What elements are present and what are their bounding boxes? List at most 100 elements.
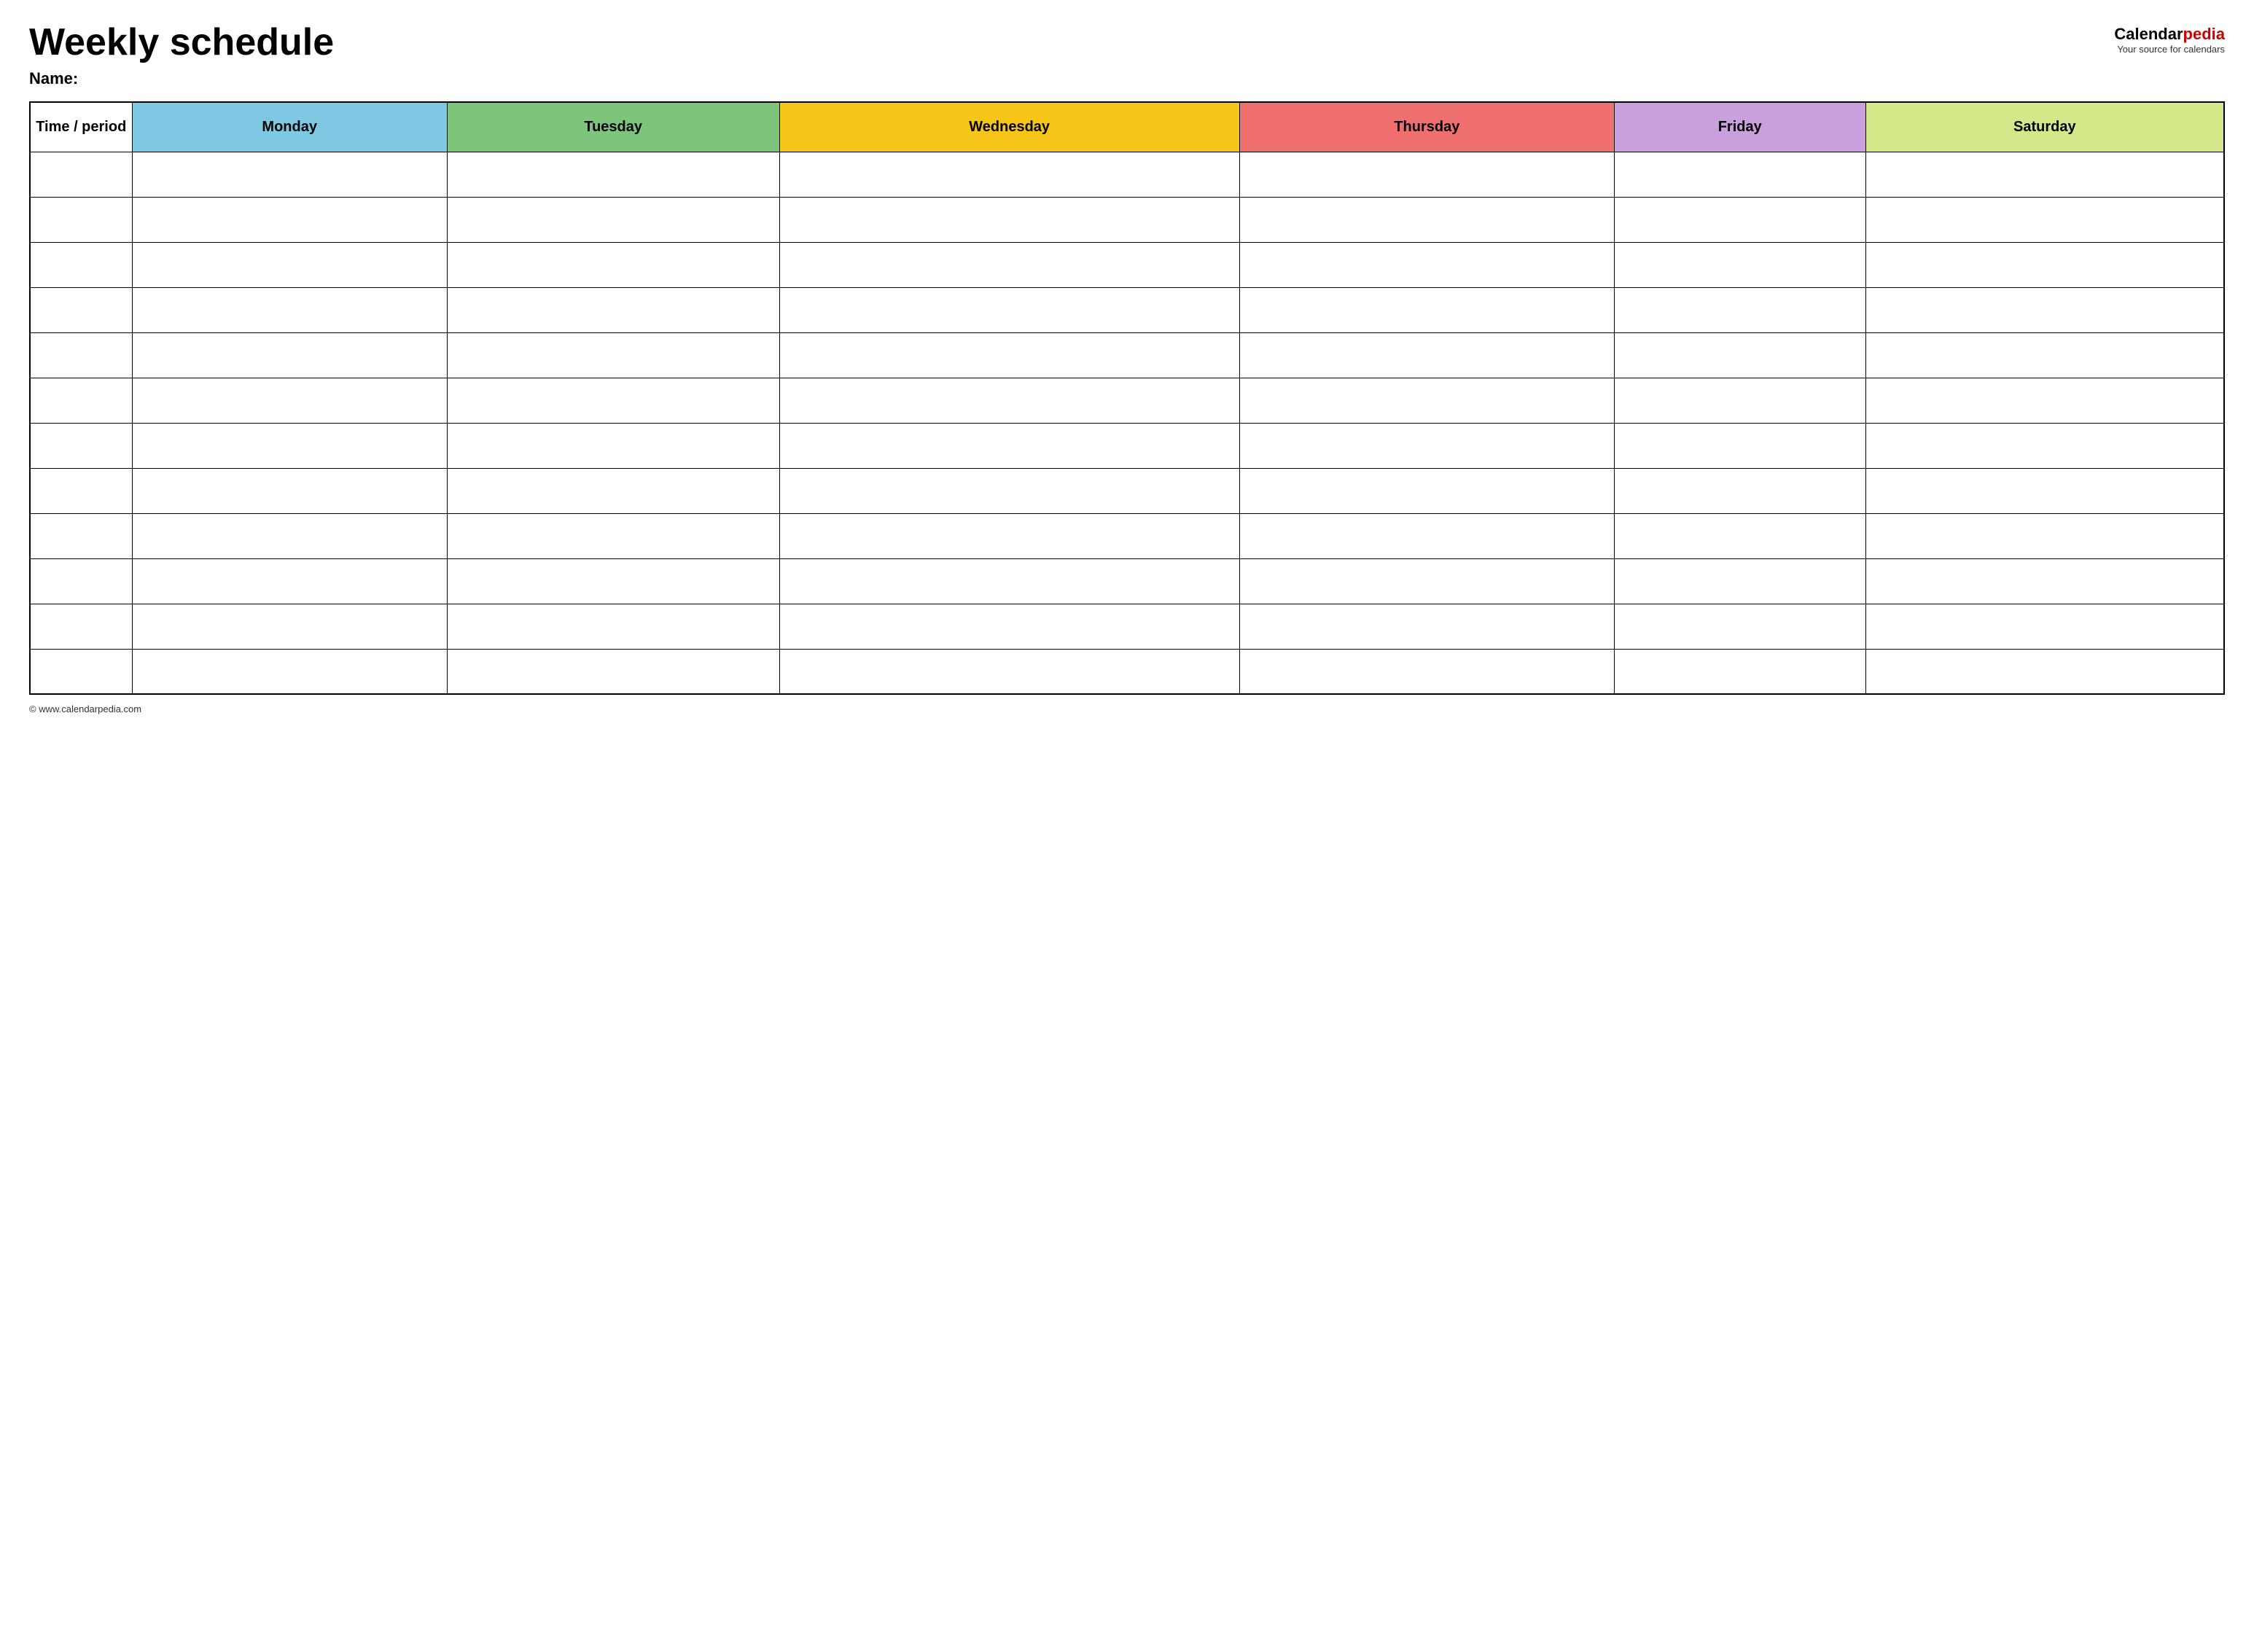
cell-saturday-1[interactable] [1865, 197, 2224, 242]
cell-thursday-0[interactable] [1239, 152, 1614, 197]
cell-time-4[interactable] [30, 332, 132, 378]
cell-thursday-10[interactable] [1239, 604, 1614, 649]
cell-time-2[interactable] [30, 242, 132, 287]
cell-saturday-10[interactable] [1865, 604, 2224, 649]
cell-friday-5[interactable] [1614, 378, 1865, 423]
cell-friday-10[interactable] [1614, 604, 1865, 649]
col-header-monday: Monday [132, 102, 447, 152]
cell-thursday-7[interactable] [1239, 468, 1614, 513]
cell-friday-0[interactable] [1614, 152, 1865, 197]
cell-tuesday-10[interactable] [447, 604, 779, 649]
cell-wednesday-7[interactable] [779, 468, 1239, 513]
cell-thursday-3[interactable] [1239, 287, 1614, 332]
cell-thursday-8[interactable] [1239, 513, 1614, 558]
cell-tuesday-3[interactable] [447, 287, 779, 332]
cell-wednesday-0[interactable] [779, 152, 1239, 197]
logo-part1: Calendar [2114, 25, 2183, 43]
cell-thursday-11[interactable] [1239, 649, 1614, 694]
cell-time-6[interactable] [30, 423, 132, 468]
cell-tuesday-9[interactable] [447, 558, 779, 604]
cell-thursday-1[interactable] [1239, 197, 1614, 242]
table-header-row: Time / periodMondayTuesdayWednesdayThurs… [30, 102, 2224, 152]
cell-time-8[interactable] [30, 513, 132, 558]
cell-wednesday-11[interactable] [779, 649, 1239, 694]
cell-friday-8[interactable] [1614, 513, 1865, 558]
cell-thursday-5[interactable] [1239, 378, 1614, 423]
cell-time-0[interactable] [30, 152, 132, 197]
cell-thursday-4[interactable] [1239, 332, 1614, 378]
cell-monday-9[interactable] [132, 558, 447, 604]
cell-tuesday-11[interactable] [447, 649, 779, 694]
cell-time-3[interactable] [30, 287, 132, 332]
cell-wednesday-6[interactable] [779, 423, 1239, 468]
cell-monday-0[interactable] [132, 152, 447, 197]
logo-block: Calendarpedia Your source for calendars [2114, 25, 2225, 55]
cell-wednesday-1[interactable] [779, 197, 1239, 242]
cell-monday-5[interactable] [132, 378, 447, 423]
logo-tagline: Your source for calendars [2117, 44, 2225, 55]
cell-time-9[interactable] [30, 558, 132, 604]
cell-monday-11[interactable] [132, 649, 447, 694]
cell-saturday-6[interactable] [1865, 423, 2224, 468]
cell-saturday-2[interactable] [1865, 242, 2224, 287]
cell-monday-4[interactable] [132, 332, 447, 378]
cell-monday-10[interactable] [132, 604, 447, 649]
table-row [30, 378, 2224, 423]
cell-friday-1[interactable] [1614, 197, 1865, 242]
cell-monday-2[interactable] [132, 242, 447, 287]
cell-tuesday-8[interactable] [447, 513, 779, 558]
cell-friday-11[interactable] [1614, 649, 1865, 694]
cell-friday-6[interactable] [1614, 423, 1865, 468]
cell-saturday-4[interactable] [1865, 332, 2224, 378]
cell-thursday-9[interactable] [1239, 558, 1614, 604]
table-row [30, 152, 2224, 197]
cell-time-1[interactable] [30, 197, 132, 242]
logo-text: Calendarpedia [2114, 25, 2225, 44]
col-header-time: Time / period [30, 102, 132, 152]
cell-tuesday-7[interactable] [447, 468, 779, 513]
cell-tuesday-2[interactable] [447, 242, 779, 287]
cell-saturday-3[interactable] [1865, 287, 2224, 332]
cell-time-10[interactable] [30, 604, 132, 649]
cell-time-5[interactable] [30, 378, 132, 423]
cell-saturday-5[interactable] [1865, 378, 2224, 423]
cell-friday-7[interactable] [1614, 468, 1865, 513]
cell-tuesday-6[interactable] [447, 423, 779, 468]
cell-tuesday-1[interactable] [447, 197, 779, 242]
cell-wednesday-9[interactable] [779, 558, 1239, 604]
cell-friday-4[interactable] [1614, 332, 1865, 378]
cell-saturday-9[interactable] [1865, 558, 2224, 604]
table-row [30, 649, 2224, 694]
cell-saturday-8[interactable] [1865, 513, 2224, 558]
cell-monday-8[interactable] [132, 513, 447, 558]
cell-wednesday-2[interactable] [779, 242, 1239, 287]
cell-monday-3[interactable] [132, 287, 447, 332]
table-row [30, 242, 2224, 287]
cell-tuesday-0[interactable] [447, 152, 779, 197]
cell-wednesday-10[interactable] [779, 604, 1239, 649]
cell-thursday-6[interactable] [1239, 423, 1614, 468]
cell-friday-2[interactable] [1614, 242, 1865, 287]
cell-saturday-0[interactable] [1865, 152, 2224, 197]
cell-wednesday-5[interactable] [779, 378, 1239, 423]
cell-saturday-11[interactable] [1865, 649, 2224, 694]
cell-monday-1[interactable] [132, 197, 447, 242]
table-row [30, 604, 2224, 649]
cell-thursday-2[interactable] [1239, 242, 1614, 287]
cell-monday-7[interactable] [132, 468, 447, 513]
cell-wednesday-8[interactable] [779, 513, 1239, 558]
cell-friday-9[interactable] [1614, 558, 1865, 604]
cell-tuesday-4[interactable] [447, 332, 779, 378]
table-row [30, 513, 2224, 558]
cell-time-7[interactable] [30, 468, 132, 513]
col-header-thursday: Thursday [1239, 102, 1614, 152]
cell-wednesday-4[interactable] [779, 332, 1239, 378]
cell-saturday-7[interactable] [1865, 468, 2224, 513]
cell-friday-3[interactable] [1614, 287, 1865, 332]
table-row [30, 197, 2224, 242]
col-header-tuesday: Tuesday [447, 102, 779, 152]
cell-monday-6[interactable] [132, 423, 447, 468]
cell-wednesday-3[interactable] [779, 287, 1239, 332]
cell-time-11[interactable] [30, 649, 132, 694]
cell-tuesday-5[interactable] [447, 378, 779, 423]
